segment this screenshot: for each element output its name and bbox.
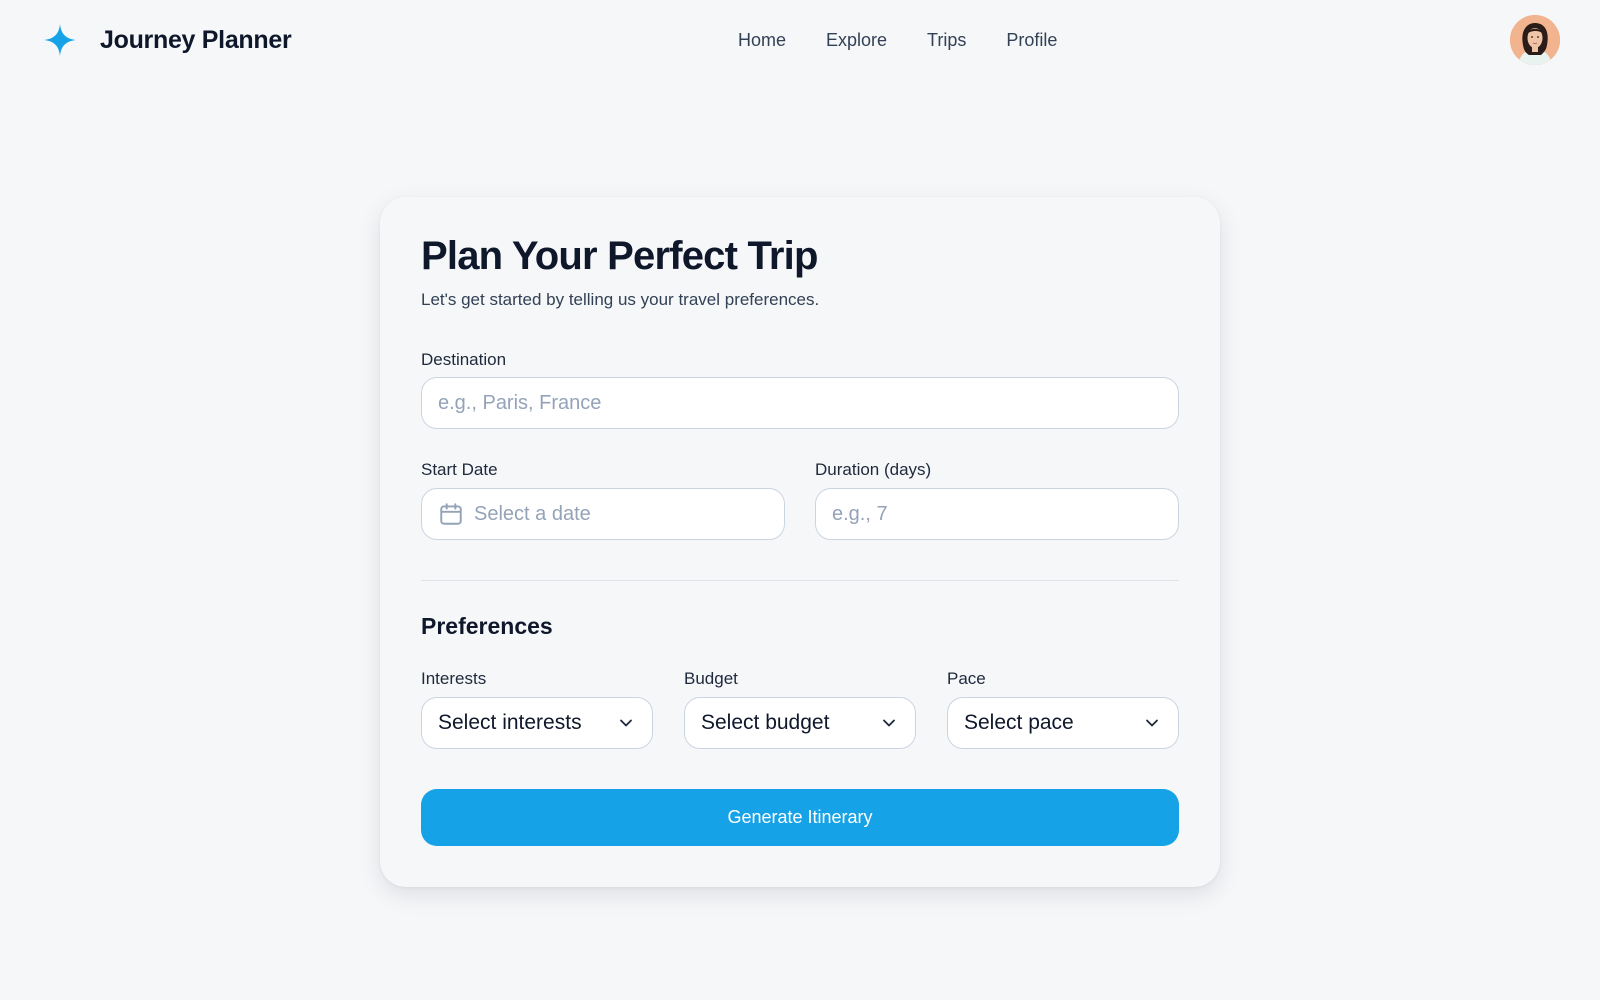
calendar-icon — [440, 503, 462, 525]
user-avatar[interactable] — [1510, 15, 1560, 65]
page-title: Plan Your Perfect Trip — [421, 234, 818, 278]
duration-input[interactable] — [816, 489, 1178, 539]
sparkle-star-icon — [40, 20, 80, 60]
pace-label: Pace — [947, 669, 986, 688]
nav-trips[interactable]: Trips — [927, 28, 966, 52]
trip-planner-card: Plan Your Perfect Trip Let's get started… — [380, 197, 1220, 887]
destination-label: Destination — [421, 350, 507, 369]
main-nav: Home Explore Trips Profile — [738, 28, 1057, 52]
pace-select-value: Select pace — [964, 711, 1074, 734]
start-date-field-wrapper[interactable] — [421, 488, 785, 540]
chevron-down-icon — [1146, 719, 1158, 727]
interests-select-value: Select interests — [438, 711, 582, 734]
interests-label: Interests — [421, 669, 487, 688]
nav-profile[interactable]: Profile — [1006, 28, 1057, 52]
interests-select[interactable]: Select interests — [421, 697, 653, 749]
destination-input[interactable] — [422, 378, 1178, 428]
brand-name: Journey Planner — [100, 25, 292, 54]
destination-field-wrapper — [421, 377, 1179, 429]
start-date-input[interactable] — [464, 489, 784, 539]
pace-select[interactable]: Select pace — [947, 697, 1179, 749]
brand[interactable]: Journey Planner — [40, 20, 292, 60]
budget-label: Budget — [684, 669, 738, 688]
budget-select[interactable]: Select budget — [684, 697, 916, 749]
generate-itinerary-button[interactable]: Generate Itinerary — [421, 789, 1179, 846]
duration-label: Duration (days) — [815, 460, 932, 479]
page-subtitle: Let's get started by telling us your tra… — [421, 290, 820, 309]
duration-field-wrapper — [815, 488, 1179, 540]
preferences-heading: Preferences — [421, 613, 553, 639]
nav-home[interactable]: Home — [738, 28, 786, 52]
chevron-down-icon — [620, 719, 632, 727]
nav-explore[interactable]: Explore — [826, 28, 887, 52]
chevron-down-icon — [883, 719, 895, 727]
start-date-label: Start Date — [421, 460, 498, 479]
top-nav-bar: Journey Planner Home Explore Trips Profi… — [0, 0, 1600, 82]
budget-select-value: Select budget — [701, 711, 830, 734]
section-divider — [421, 580, 1179, 581]
